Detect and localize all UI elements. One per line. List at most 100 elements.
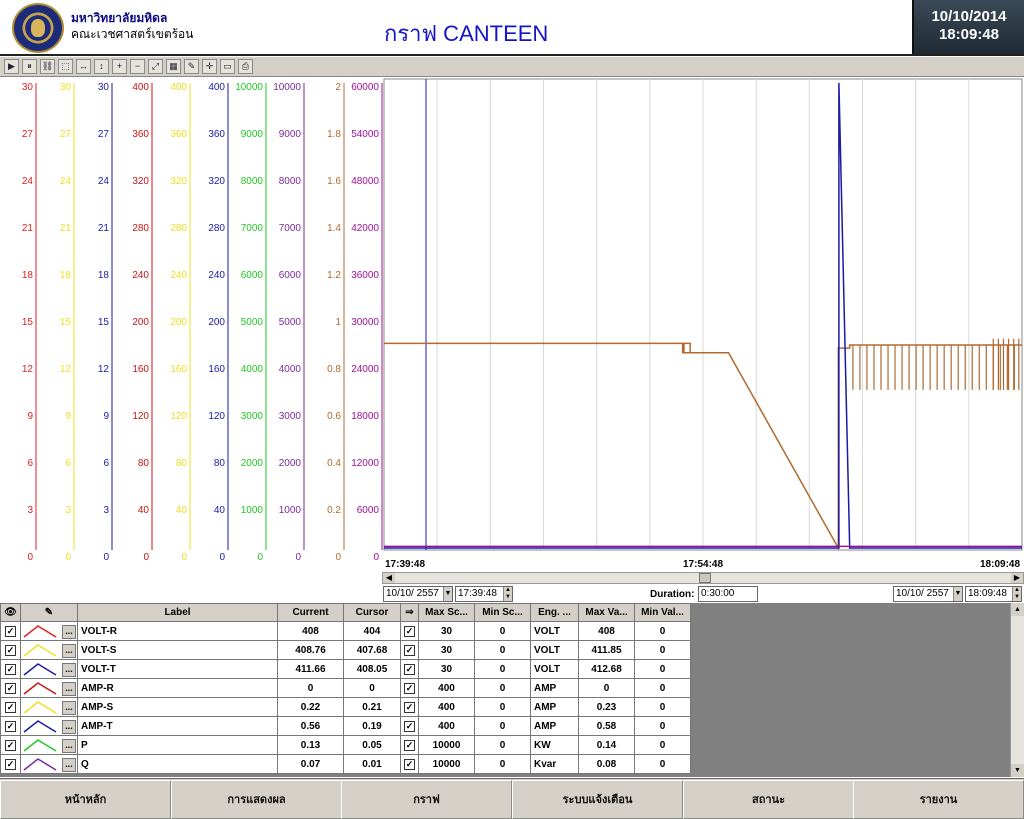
axis-tick-label: 30 [60,82,72,93]
duration-field[interactable]: 0:30:00 [698,586,758,602]
row-label: AMP-R [77,678,278,698]
play-icon[interactable]: ▶ [4,59,19,74]
row-eng-unit: VOLT [530,659,579,679]
visible-checkbox[interactable]: ✓ [5,682,16,694]
start-date-value: 10/10/ 2557 [386,588,439,599]
axis-tick-label: 0 [181,552,187,563]
pen-style-icon[interactable] [22,699,62,715]
export-checkbox[interactable]: ✓ [404,644,415,656]
crosshair-icon[interactable]: ✛ [202,59,217,74]
axis-tick-label: 8000 [241,176,264,187]
axis-tick-label: 12000 [351,458,379,469]
visible-checkbox[interactable]: ✓ [5,739,16,751]
pause-icon[interactable]: ⏸ [22,59,37,74]
table-row[interactable]: ✓... AMP-R 0 0 ✓ 400 0 AMP 0 0 [0,678,691,698]
pen-style-icon[interactable] [22,642,62,658]
axis-tick-label: 160 [208,364,225,375]
end-time-field[interactable]: 18:09:48 ▲ ▼ [965,586,1022,602]
chevron-down-icon[interactable]: ▼ [953,587,962,601]
scroll-up-icon[interactable]: ▲ [1011,603,1024,616]
pen-options-button[interactable]: ... [62,643,76,658]
spinner-icon[interactable]: ▲ ▼ [1012,587,1021,601]
start-date-field[interactable]: 10/10/ 2557 ▼ [383,586,453,602]
visible-checkbox[interactable]: ✓ [5,644,16,656]
zoom-reset-icon[interactable]: ⤢ [148,59,163,74]
visible-checkbox[interactable]: ✓ [5,701,16,713]
axis-tick-label: 320 [132,176,149,187]
axis-tick-label: 0 [219,552,225,563]
pen-options-button[interactable]: ... [62,719,76,734]
org-line-1: มหาวิทยาลัยมหิดล [71,11,168,25]
axis-tick-label: 0 [295,552,301,563]
grid-icon[interactable]: ▦ [166,59,181,74]
export-checkbox[interactable]: ✓ [404,701,415,713]
pen-style-icon[interactable] [22,737,62,753]
export-checkbox[interactable]: ✓ [404,720,415,732]
scroll-right-icon[interactable]: ▶ [1011,573,1023,583]
table-row[interactable]: ✓... P 0.13 0.05 ✓ 10000 0 KW 0.14 0 [0,735,691,755]
nav-display-button[interactable]: การแสดงผล [171,780,342,819]
pen-style-icon[interactable] [22,680,62,696]
pen-options-button[interactable]: ... [62,757,76,772]
start-time-field[interactable]: 17:39:48 ▲ ▼ [455,586,513,602]
table-row[interactable]: ✓... Q 0.07 0.01 ✓ 10000 0 Kvar 0.08 0 [0,754,691,774]
pen-style-icon[interactable] [22,623,62,639]
visible-checkbox[interactable]: ✓ [5,663,16,675]
row-min-scale: 0 [474,697,531,717]
table-row[interactable]: ✓... VOLT-S 408.76 407.68 ✓ 30 0 VOLT 411.85 0 [0,640,691,660]
axis-tick-label: 240 [208,270,225,281]
nav-alarm-button[interactable]: ระบบแจ้งเตือน [512,780,683,819]
export-checkbox[interactable]: ✓ [404,682,415,694]
nav-status-button[interactable]: สถานะ [683,780,854,819]
row-cursor: 0.05 [343,735,401,755]
pen-style-icon[interactable] [22,756,62,772]
pen-style-icon[interactable] [22,718,62,734]
table-row[interactable]: ✓... AMP-S 0.22 0.21 ✓ 400 0 AMP 0.23 0 [0,697,691,717]
pen-options-button[interactable]: ... [62,681,76,696]
legend-scrollbar[interactable]: ▲ ▼ [1010,603,1024,777]
row-current: 408.76 [277,640,344,660]
layout-icon[interactable]: ▭ [220,59,235,74]
scroll-thumb[interactable] [699,573,711,583]
pen-options-button[interactable]: ... [62,662,76,677]
export-checkbox[interactable]: ✓ [404,663,415,675]
visible-checkbox[interactable]: ✓ [5,720,16,732]
pen-options-button[interactable]: ... [62,700,76,715]
table-row[interactable]: ✓... VOLT-T 411.66 408.05 ✓ 30 0 VOLT 412.68 0 [0,659,691,679]
row-max-value: 0 [578,678,635,698]
zoom-box-icon[interactable]: ⬚ [58,59,73,74]
axis-tick-label: 0.2 [327,505,341,516]
nav-graph-button[interactable]: กราฟ [341,780,512,819]
row-cursor: 0.19 [343,716,401,736]
link-icon[interactable]: ⛓ [40,59,55,74]
table-row[interactable]: ✓... VOLT-R 408 404 ✓ 30 0 VOLT 408 0 [0,621,691,641]
visible-checkbox[interactable]: ✓ [5,758,16,770]
zoom-in-icon[interactable]: + [112,59,127,74]
axis-tick-label: 60000 [351,82,379,93]
end-date-field[interactable]: 10/10/ 2557 ▼ [893,586,963,602]
zoom-y-icon[interactable]: ↕ [94,59,109,74]
visible-checkbox[interactable]: ✓ [5,625,16,637]
axis-tick-label: 6 [65,458,71,469]
row-min-scale: 0 [474,735,531,755]
zoom-out-icon[interactable]: − [130,59,145,74]
zoom-x-icon[interactable]: ↔ [76,59,91,74]
nav-report-button[interactable]: รายงาน [853,780,1024,819]
table-row[interactable]: ✓... AMP-T 0.56 0.19 ✓ 400 0 AMP 0.58 0 [0,716,691,736]
time-scrollbar[interactable]: ◀ ▶ [382,572,1024,584]
export-checkbox[interactable]: ✓ [404,625,415,637]
scroll-left-icon[interactable]: ◀ [383,573,395,583]
print-icon[interactable]: ⎙ [238,59,253,74]
scroll-down-icon[interactable]: ▼ [1011,764,1024,777]
pen-options-button[interactable]: ... [62,738,76,753]
pen-style-icon[interactable] [22,661,62,677]
pen-options-button[interactable]: ... [62,624,76,639]
spinner-icon[interactable]: ▲ ▼ [503,587,512,601]
row-control-cell: ✓ [0,697,21,717]
nav-home-button[interactable]: หน้าหลัก [0,780,171,819]
pen-icon[interactable]: ✎ [184,59,199,74]
chevron-down-icon[interactable]: ▼ [443,587,452,601]
export-checkbox[interactable]: ✓ [404,758,415,770]
export-checkbox[interactable]: ✓ [404,739,415,751]
header-max-scale: Max Sc... [418,603,475,622]
